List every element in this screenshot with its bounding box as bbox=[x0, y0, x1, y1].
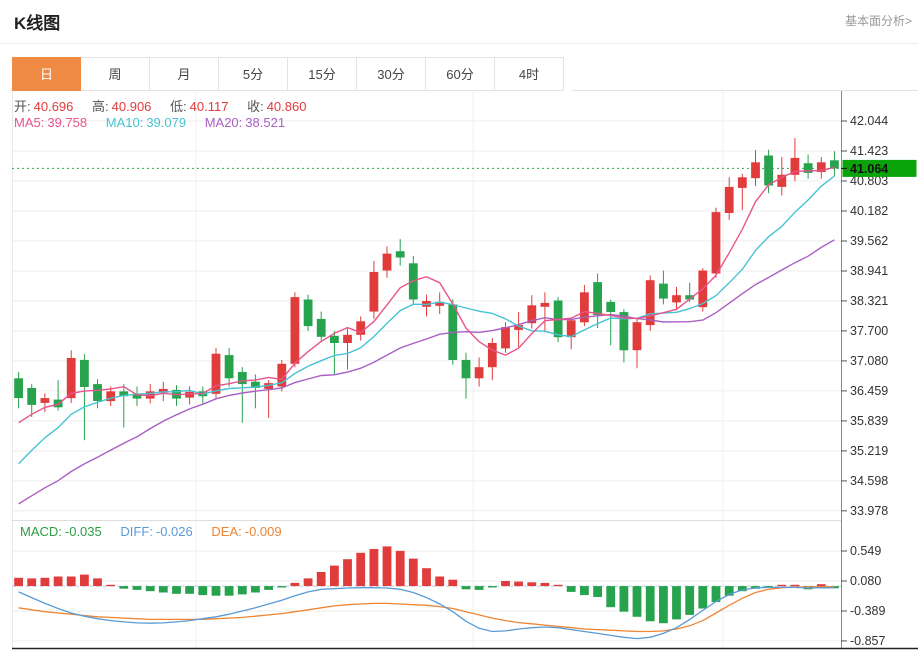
tab-week[interactable]: 周 bbox=[81, 57, 150, 91]
svg-text:35.219: 35.219 bbox=[850, 444, 888, 458]
tab-5min[interactable]: 5分 bbox=[219, 57, 288, 91]
widget-header: K线图 基本面分析> bbox=[0, 0, 918, 44]
svg-text:37.080: 37.080 bbox=[850, 354, 888, 368]
legend-ma10: MA10:39.079 bbox=[106, 115, 186, 130]
svg-text:40.182: 40.182 bbox=[850, 204, 888, 218]
tab-day[interactable]: 日 bbox=[12, 57, 81, 91]
ohlc-legend: 开:40.696 高:40.906 低:40.117 收:40.860 bbox=[14, 96, 321, 115]
period-tabs: 日 周 月 5分 15分 30分 60分 4时 bbox=[12, 57, 564, 91]
legend-dea-value: DEA:-0.009 bbox=[211, 524, 281, 539]
svg-text:-0.857: -0.857 bbox=[850, 634, 885, 648]
tab-4hour[interactable]: 4时 bbox=[495, 57, 564, 91]
svg-text:39.562: 39.562 bbox=[850, 234, 888, 248]
ma-legend: MA5:39.758 MA10:39.079 MA20:38.521 bbox=[14, 115, 300, 130]
legend-macd-value: MACD:-0.035 bbox=[20, 524, 102, 539]
page-title: K线图 bbox=[14, 9, 60, 34]
legend-ma5: MA5:39.758 bbox=[14, 115, 87, 130]
svg-text:37.700: 37.700 bbox=[850, 324, 888, 338]
legend-low: 低:40.117 bbox=[170, 99, 228, 114]
legend-open: 开:40.696 bbox=[14, 99, 73, 114]
tab-60min[interactable]: 60分 bbox=[426, 57, 495, 91]
svg-text:0.549: 0.549 bbox=[850, 544, 881, 558]
legend-close: 收:40.860 bbox=[247, 99, 306, 114]
svg-text:38.321: 38.321 bbox=[850, 294, 888, 308]
svg-text:41.064: 41.064 bbox=[850, 162, 888, 176]
svg-text:41.423: 41.423 bbox=[850, 144, 888, 158]
svg-text:33.978: 33.978 bbox=[850, 504, 888, 518]
svg-text:38.941: 38.941 bbox=[850, 264, 888, 278]
svg-text:36.459: 36.459 bbox=[850, 384, 888, 398]
tab-15min[interactable]: 15分 bbox=[288, 57, 357, 91]
tab-month[interactable]: 月 bbox=[150, 57, 219, 91]
legend-ma20: MA20:38.521 bbox=[205, 115, 285, 130]
legend-high: 高:40.906 bbox=[92, 99, 151, 114]
macd-legend: MACD:-0.035 DIFF:-0.026 DEA:-0.009 bbox=[20, 524, 297, 539]
fundamental-analysis-link[interactable]: 基本面分析> bbox=[845, 12, 912, 29]
svg-text:34.598: 34.598 bbox=[850, 474, 888, 488]
tabbar-filler bbox=[572, 57, 918, 91]
legend-diff-value: DIFF:-0.026 bbox=[120, 524, 192, 539]
svg-text:42.044: 42.044 bbox=[850, 114, 888, 128]
svg-text:35.839: 35.839 bbox=[850, 414, 888, 428]
tab-30min[interactable]: 30分 bbox=[357, 57, 426, 91]
svg-text:-0.389: -0.389 bbox=[850, 604, 885, 618]
svg-text:0.080: 0.080 bbox=[850, 574, 881, 588]
kline-widget: 42.04441.42340.80340.18239.56238.94138.3… bbox=[0, 0, 918, 654]
